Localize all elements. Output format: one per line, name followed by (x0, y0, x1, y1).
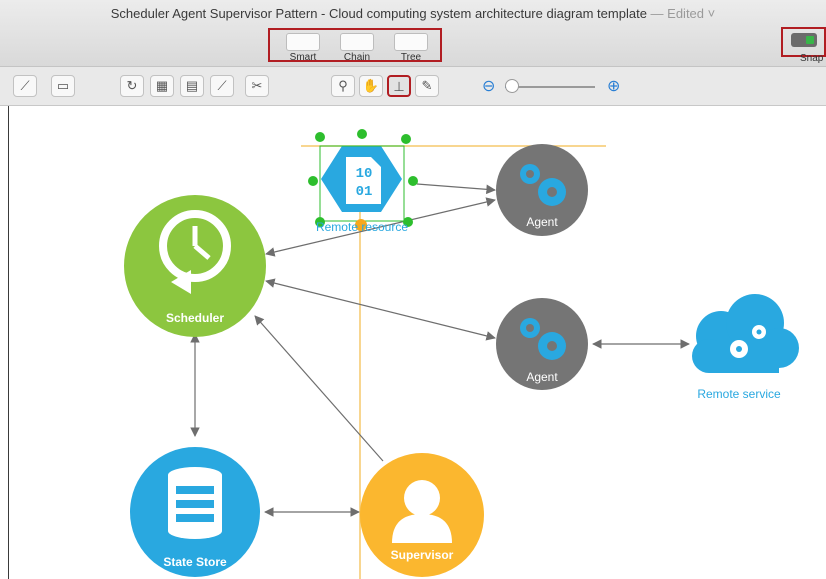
rotate-tool-icon[interactable]: ↻ (120, 75, 144, 97)
chain-layout-icon (340, 33, 374, 51)
tree-layout-button[interactable]: Tree (388, 33, 434, 63)
snap-icon (791, 33, 817, 47)
smart-layout-button[interactable]: Smart (280, 33, 326, 63)
smart-label: Smart (289, 52, 317, 63)
smart-layout-icon (286, 33, 320, 51)
cut-line-tool-icon[interactable]: ✂ (245, 75, 269, 97)
zoom-in-icon[interactable]: ⊕ (607, 76, 620, 96)
snap-label: Snap (800, 53, 824, 64)
remote-service-label: Remote service (697, 387, 781, 401)
chain-layout-button[interactable]: Chain (334, 33, 380, 63)
shape-tool-icon[interactable]: ▭ (51, 75, 75, 97)
supervisor-label: Supervisor (390, 548, 454, 562)
window-title: Scheduler Agent Supervisor Pattern - Clo… (0, 6, 826, 21)
remote-resource-node[interactable]: 10 01 (308, 129, 418, 231)
remote-service-node[interactable] (692, 294, 799, 373)
tree-layout-icon (394, 33, 428, 51)
connector-resource-agent[interactable] (416, 183, 496, 195)
agent-middle-label: Agent (526, 370, 558, 384)
document-title: Scheduler Agent Supervisor Pattern - Clo… (110, 6, 647, 21)
edited-status[interactable]: — Edited ˅ (651, 6, 716, 21)
svg-text:10: 10 (356, 166, 373, 182)
zoom-slider-knob[interactable] (505, 79, 520, 93)
connector-supervisor-scheduler[interactable] (254, 315, 384, 462)
diagram-canvas[interactable]: 10 01 Remote resource Agent Scheduler Ag… (8, 106, 826, 579)
state-store-label: State Store (163, 555, 227, 569)
add-point-tool-icon[interactable]: ⟋ (210, 75, 234, 97)
tree-label: Tree (400, 52, 422, 63)
remote-resource-label: Remote resource (315, 220, 409, 234)
connector-tool-icon[interactable]: ⟋ (13, 75, 37, 97)
tools-bar: ⟋ ▭ ↻ ▦ ▤ ⟋ ✂ ⚲ ✋ ⊥ ✎ ⊖ ⊕ (0, 67, 826, 106)
title-bar: Scheduler Agent Supervisor Pattern - Clo… (0, 0, 826, 67)
agent-top-label: Agent (526, 215, 558, 229)
stamp-icon[interactable]: ⊥ (387, 75, 411, 97)
layout-buttons-group: Smart Chain Tree (268, 28, 442, 63)
diagram-drawing: 10 01 (124, 129, 799, 579)
search-icon[interactable]: ⚲ (331, 75, 355, 97)
svg-text:01: 01 (356, 184, 373, 200)
chain-label: Chain (343, 52, 371, 63)
group-tool-icon[interactable]: ▦ (150, 75, 174, 97)
scheduler-label: Scheduler (165, 311, 225, 325)
hand-icon[interactable]: ✋ (359, 75, 383, 97)
connector-scheduler-agent2[interactable] (265, 278, 496, 341)
eyedropper-icon[interactable]: ✎ (415, 75, 439, 97)
zoom-out-icon[interactable]: ⊖ (482, 76, 495, 96)
ungroup-tool-icon[interactable]: ▤ (180, 75, 204, 97)
